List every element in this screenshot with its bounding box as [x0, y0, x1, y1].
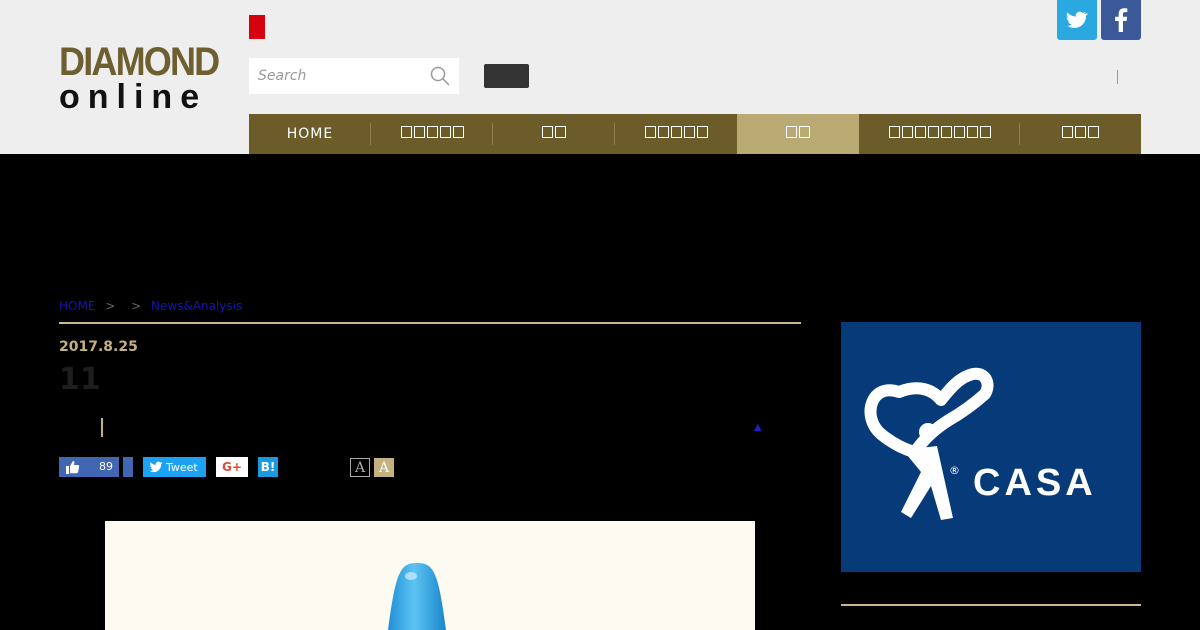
tweet-button[interactable]: Tweet: [143, 457, 206, 477]
twitter-icon: [149, 461, 163, 473]
nav-item-label: [888, 126, 992, 142]
nav-item-label: [541, 126, 567, 142]
site-header: DIAMOND online HOME: [0, 0, 1200, 154]
facebook-button[interactable]: [1101, 0, 1141, 40]
font-size-small-label: A: [354, 459, 366, 476]
nav-item-label: [644, 126, 709, 142]
article-title: 11: [59, 362, 101, 397]
red-tag[interactable]: [249, 15, 265, 39]
article-hero-image: [105, 521, 755, 630]
advertisement-banner[interactable]: ® CASA: [841, 322, 1141, 572]
registered-mark: ®: [949, 464, 960, 477]
article-date: 2017.8.25: [59, 339, 138, 355]
google-plus-icon: G+: [222, 460, 242, 474]
search-icon[interactable]: [430, 66, 450, 86]
like-count: 89: [99, 460, 113, 473]
facebook-icon: [1115, 8, 1128, 32]
font-size-large-button[interactable]: A: [374, 458, 394, 477]
twitter-icon: [1066, 11, 1088, 28]
nav-item-7[interactable]: [1020, 114, 1141, 154]
tweet-label: Tweet: [166, 460, 198, 474]
breadcrumb: HOME > > News&Analysis: [59, 299, 242, 313]
breadcrumb-home[interactable]: HOME: [59, 299, 95, 313]
blue-figure-image: [388, 563, 446, 630]
nav-item-5-active[interactable]: [737, 114, 859, 154]
nav-item-label: HOME: [286, 126, 334, 142]
breadcrumb-separator: >: [131, 299, 142, 313]
nav-item-2[interactable]: [371, 114, 493, 154]
search-button[interactable]: [484, 64, 529, 88]
nav-item-label: [785, 126, 811, 142]
facebook-like-button[interactable]: 89: [59, 457, 119, 477]
nav-item-label: [400, 126, 465, 142]
breadcrumb-section[interactable]: News&Analysis: [151, 299, 242, 313]
nav-item-home[interactable]: HOME: [249, 114, 371, 154]
twitter-button[interactable]: [1057, 0, 1097, 40]
search-box: [249, 58, 459, 94]
nav-item-label: [1061, 126, 1100, 142]
hatena-bookmark-button[interactable]: B!: [258, 457, 278, 477]
font-size-large-label: A: [378, 459, 390, 476]
logo-line1: DIAMOND: [59, 40, 220, 84]
main-nav: HOME: [249, 114, 1141, 154]
thumbs-up-icon: [66, 461, 80, 474]
site-logo[interactable]: DIAMOND online: [59, 42, 223, 114]
casa-wordmark: CASA: [973, 462, 1097, 504]
casa-logo-icon: [864, 367, 994, 520]
facebook-share-button[interactable]: [123, 457, 133, 477]
nav-item-4[interactable]: [615, 114, 737, 154]
breadcrumb-separator: >: [105, 299, 116, 313]
author-bar: [101, 418, 103, 437]
font-size-small-button[interactable]: A: [350, 458, 370, 477]
nav-item-6[interactable]: [859, 114, 1020, 154]
logo-line2: online: [59, 78, 208, 116]
hatena-icon: B!: [260, 460, 276, 474]
article-header-rule: [59, 322, 801, 324]
search-input[interactable]: [249, 58, 428, 94]
header-divider: [1117, 70, 1118, 84]
sidebar-rule: [841, 604, 1141, 606]
triangle-up-icon[interactable]: ▲: [754, 422, 762, 433]
google-plus-button[interactable]: G+: [216, 457, 248, 477]
nav-item-3[interactable]: [493, 114, 615, 154]
